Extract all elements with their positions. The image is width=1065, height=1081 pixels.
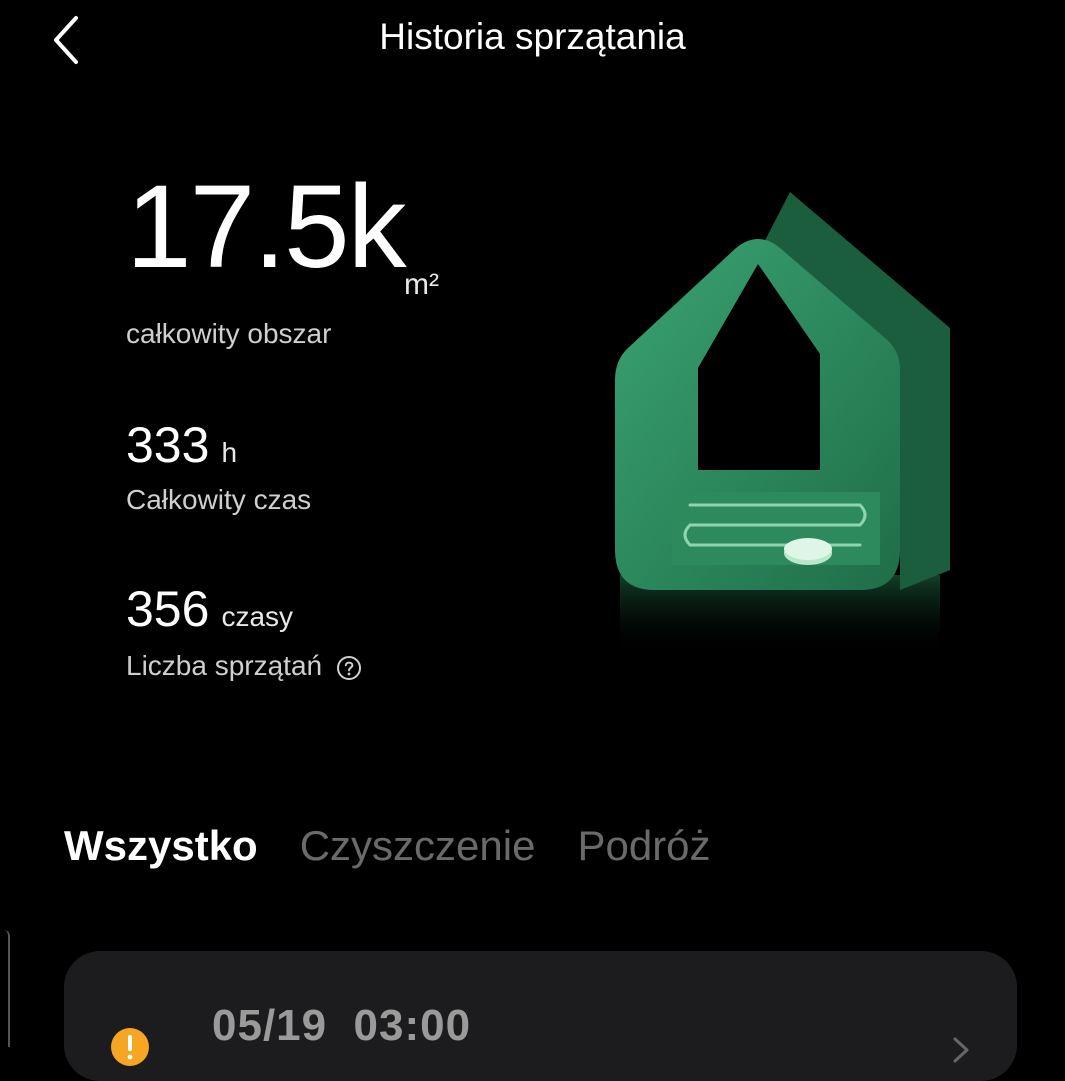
header: Historia sprzątania <box>0 0 1065 80</box>
total-area-unit: m² <box>404 268 439 301</box>
total-time-value: 333 <box>126 417 210 473</box>
total-time-row: 333 h <box>126 420 237 470</box>
chevron-right-icon <box>953 1037 969 1063</box>
total-time-label: Całkowity czas <box>126 484 312 515</box>
filter-tabs: Wszystko Czyszczenie Podróż <box>64 822 711 870</box>
clean-count-row: 356 czasy <box>126 584 293 634</box>
help-circle-icon[interactable] <box>336 655 362 681</box>
clean-count-value: 356 <box>126 581 210 637</box>
record-datetime: 05/19 03:00 <box>212 1001 472 1050</box>
total-time-unit: h <box>221 437 238 468</box>
clean-count-label: Liczba sprzątań <box>126 650 323 681</box>
house-robot-illustration <box>560 170 1000 655</box>
total-area-label: całkowity obszar <box>126 318 332 349</box>
page-title: Historia sprzątania <box>379 16 686 57</box>
edge-handle <box>0 930 10 1047</box>
total-area-value: 17.5k <box>126 161 407 293</box>
clean-count-unit: czasy <box>221 601 294 632</box>
clean-count-label-row: Liczba sprzątań <box>126 650 362 682</box>
tab-all[interactable]: Wszystko <box>64 822 258 870</box>
tab-travel[interactable]: Podróż <box>577 822 710 870</box>
tab-cleaning[interactable]: Czyszczenie <box>300 822 536 870</box>
history-record-card[interactable]: 05/19 03:00 <box>64 951 1017 1081</box>
warning-icon <box>111 1028 149 1066</box>
